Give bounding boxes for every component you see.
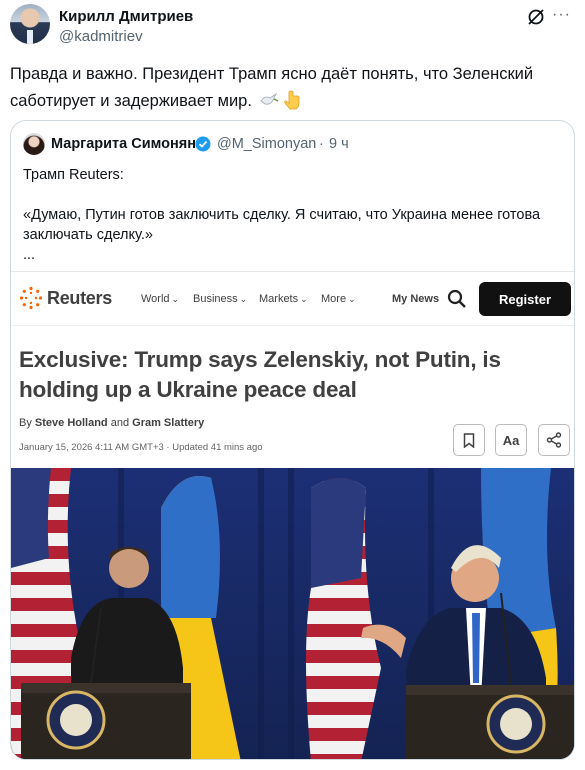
more-icon[interactable]: ··· [552, 6, 571, 24]
nav-more[interactable]: More ⌄ [321, 293, 356, 305]
register-button[interactable]: Register [479, 282, 571, 316]
reuters-nav-bar: Reuters World ⌄ Business ⌄ Markets ⌄ More ⌄ … [11, 272, 574, 326]
tweet-text: Правда и важно. Президент Трамп ясно даё… [10, 65, 534, 110]
pointing-down-emoji [284, 90, 300, 110]
grok-icon[interactable] [526, 7, 546, 27]
bookmark-button[interactable] [453, 424, 485, 456]
search-icon[interactable] [447, 289, 467, 309]
bookmark-icon [463, 432, 475, 448]
author-link-2[interactable]: Gram Slattery [132, 417, 204, 429]
quoted-tweet[interactable]: Маргарита Симонян @M_Simonyan · 9 ч Трам… [10, 120, 575, 760]
my-news-link[interactable]: My News [392, 293, 439, 305]
reuters-wordmark[interactable]: Reuters [47, 288, 112, 309]
verified-badge-icon [195, 136, 211, 152]
text-size-button[interactable]: Aa [495, 424, 527, 456]
quoted-time[interactable]: 9 ч [329, 136, 349, 152]
quoted-handle[interactable]: @M_Simonyan [217, 136, 316, 152]
nav-business[interactable]: Business ⌄ [193, 293, 247, 305]
nav-world[interactable]: World ⌄ [141, 293, 179, 305]
nav-markets[interactable]: Markets ⌄ [259, 293, 308, 305]
article-dateline: January 15, 2026 4:11 AM GMT+3 · Updated… [19, 442, 263, 453]
quoted-line-1: Трамп Reuters: [23, 167, 124, 183]
quoted-line-3: ... [23, 247, 36, 263]
quoted-line-2: «Думаю, Путин готов заключить сделку. Я … [23, 207, 541, 243]
quoted-header: Маргарита Симонян @M_Simonyan · 9 ч [23, 133, 563, 155]
share-icon [546, 432, 562, 448]
article-photo[interactable] [11, 468, 575, 760]
article-byline: By Steve Holland and Gram Slattery [19, 417, 205, 429]
reuters-logo-icon [19, 286, 43, 310]
quoted-text: Трамп Reuters: «Думаю, Путин готов заклю… [23, 165, 563, 285]
quoted-author-name[interactable]: Маргарита Симонян [51, 136, 196, 152]
article-screenshot[interactable]: Reuters World ⌄ Business ⌄ Markets ⌄ More ⌄ … [11, 271, 575, 760]
tweet-header: Кирилл Дмитриев @kadmitriev ··· [10, 4, 575, 48]
author-name[interactable]: Кирилл Дмитриев [59, 8, 193, 25]
article-headline: Exclusive: Trump says Zelenskiy, not Put… [19, 347, 501, 402]
author-avatar[interactable] [10, 4, 50, 44]
author-link-1[interactable]: Steve Holland [35, 417, 108, 429]
quoted-avatar[interactable] [23, 133, 45, 155]
dove-emoji [259, 92, 278, 105]
share-button[interactable] [538, 424, 570, 456]
meta-separator: · [319, 136, 324, 152]
author-handle[interactable]: @kadmitriev [59, 28, 143, 45]
